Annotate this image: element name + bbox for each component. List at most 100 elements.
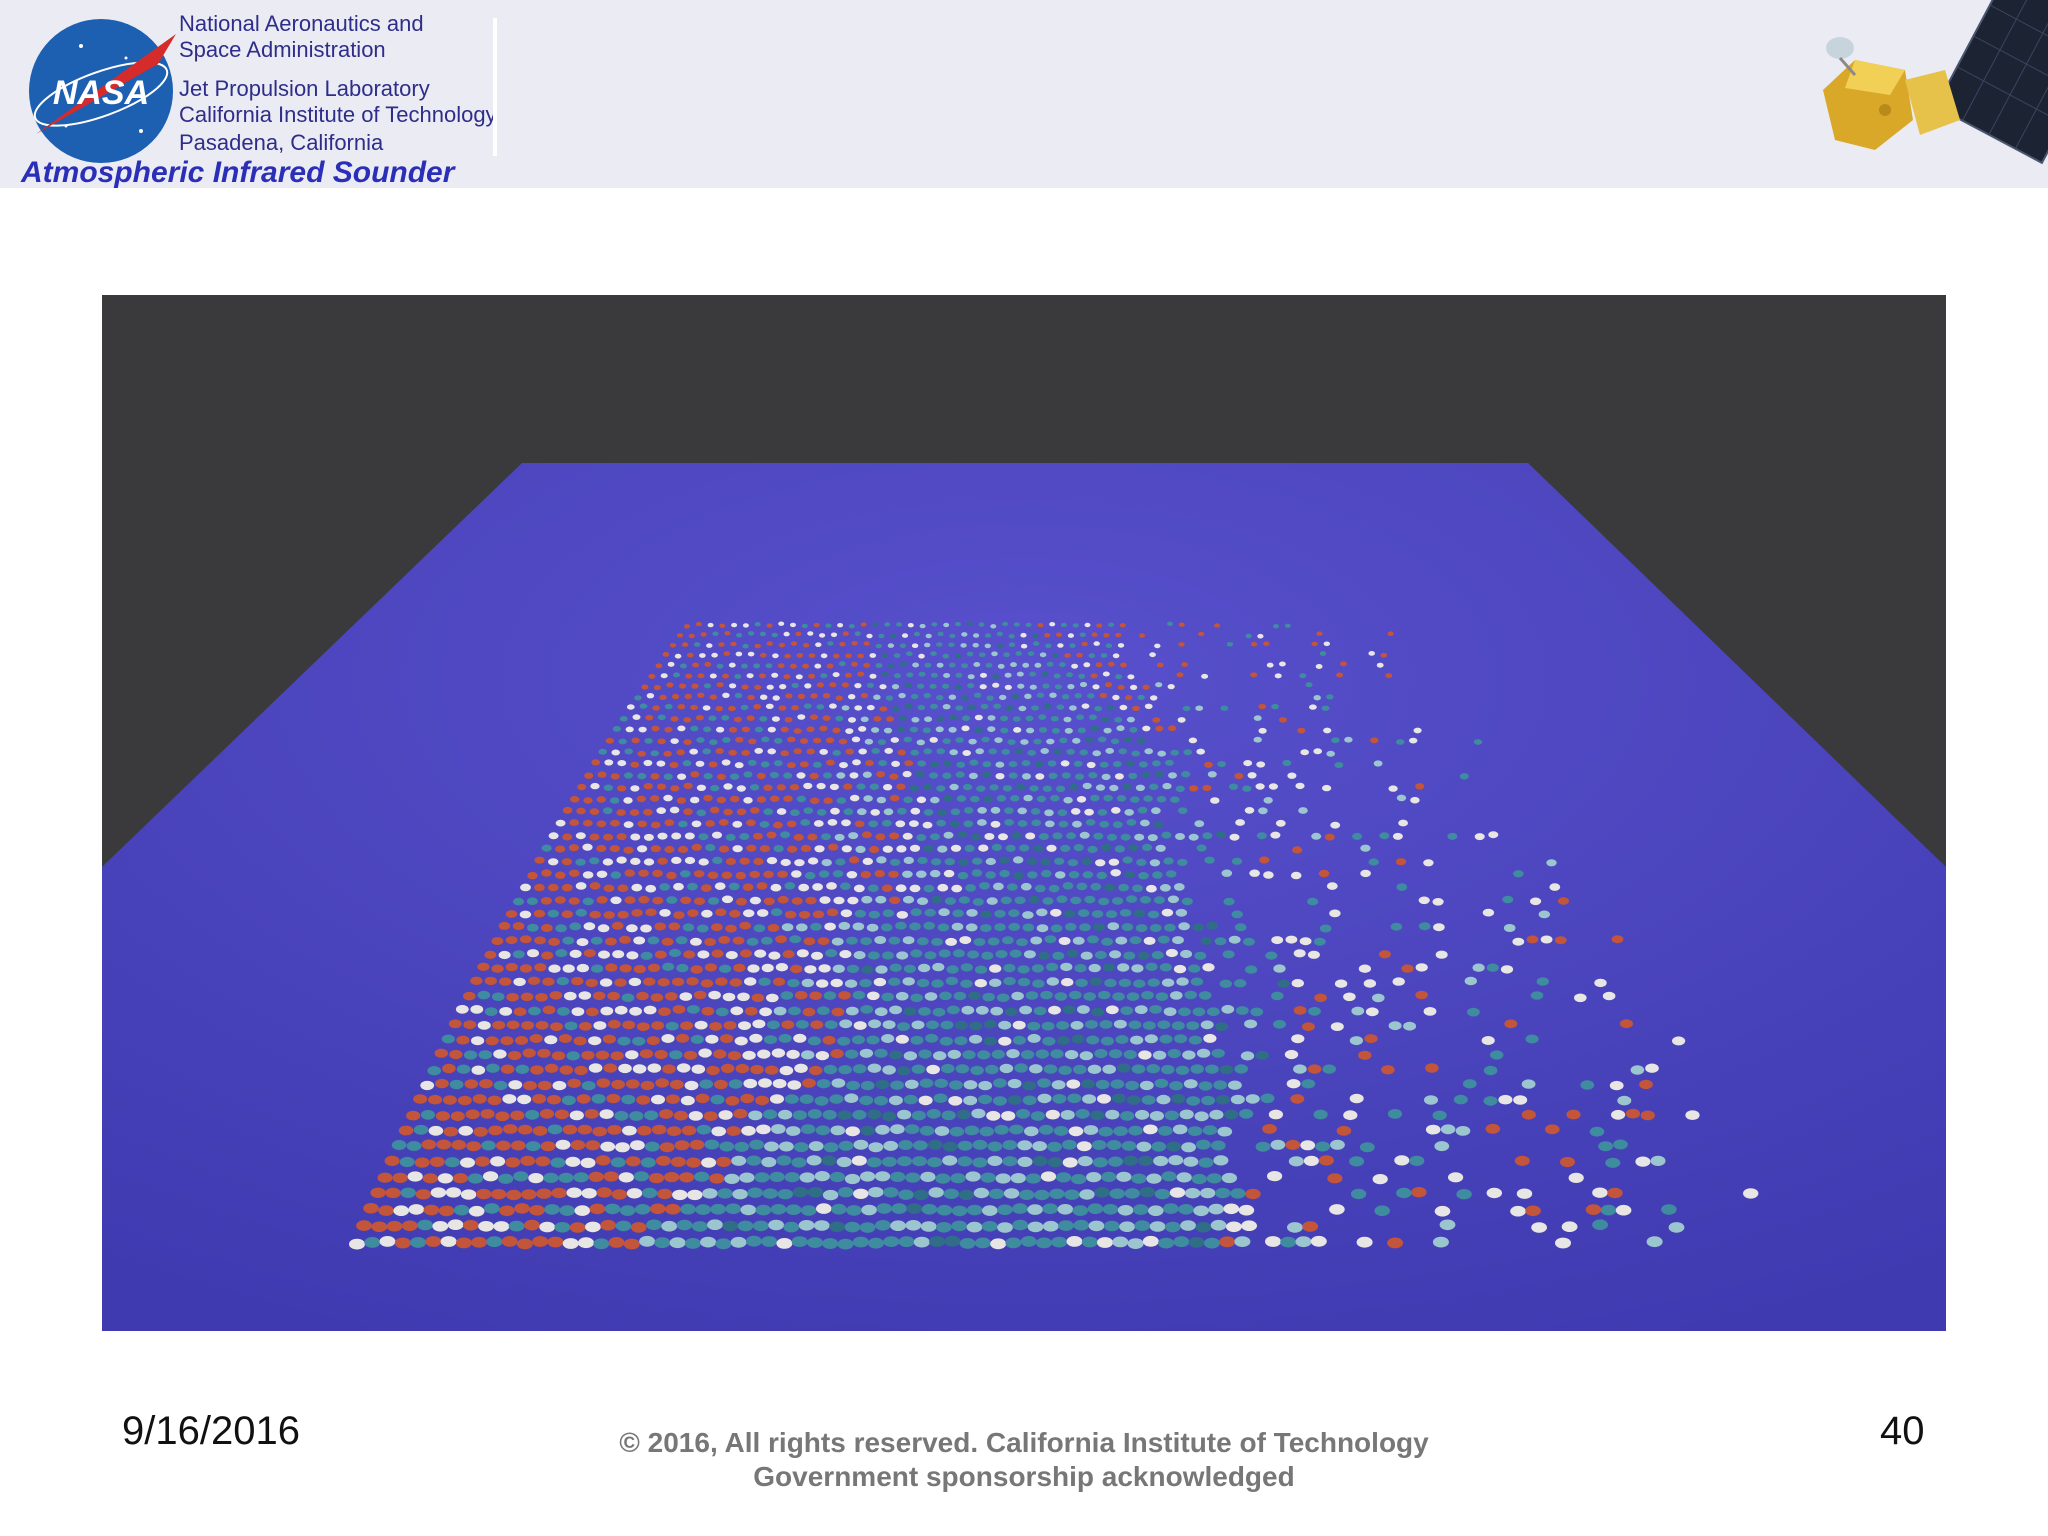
data-point bbox=[1513, 870, 1524, 878]
data-point bbox=[1594, 978, 1607, 988]
data-point bbox=[696, 809, 707, 817]
data-point bbox=[610, 797, 620, 804]
data-point bbox=[1082, 782, 1092, 790]
data-point bbox=[1154, 1188, 1171, 1200]
data-point bbox=[1336, 1125, 1352, 1136]
data-point bbox=[603, 884, 615, 893]
data-point bbox=[575, 882, 587, 890]
data-point bbox=[441, 1034, 455, 1044]
data-point bbox=[1181, 897, 1193, 906]
data-point bbox=[880, 923, 893, 932]
data-point bbox=[517, 1094, 532, 1105]
data-point bbox=[647, 936, 660, 945]
data-point bbox=[1054, 857, 1065, 865]
data-point bbox=[997, 1204, 1013, 1216]
data-point bbox=[603, 911, 615, 919]
data-point bbox=[566, 1187, 582, 1198]
data-point bbox=[1069, 643, 1076, 648]
data-point bbox=[898, 1236, 915, 1248]
data-point bbox=[1060, 962, 1073, 972]
data-point bbox=[734, 1141, 750, 1152]
data-point bbox=[1081, 641, 1088, 647]
data-point bbox=[1129, 726, 1138, 733]
data-point bbox=[1611, 935, 1624, 944]
data-point bbox=[1017, 683, 1025, 689]
data-point bbox=[1247, 772, 1257, 779]
data-point bbox=[1245, 1094, 1260, 1104]
data-point bbox=[946, 965, 959, 974]
data-point bbox=[555, 949, 568, 958]
data-point bbox=[925, 633, 932, 639]
data-point bbox=[666, 871, 677, 880]
data-point bbox=[889, 858, 901, 866]
data-point bbox=[599, 978, 613, 987]
data-point bbox=[646, 1219, 662, 1231]
data-point bbox=[1625, 1108, 1641, 1119]
data-point bbox=[1070, 808, 1081, 815]
data-point bbox=[790, 663, 797, 669]
data-point bbox=[1175, 833, 1185, 840]
data-point bbox=[691, 683, 699, 689]
data-point bbox=[693, 870, 705, 878]
data-point bbox=[1188, 1237, 1205, 1248]
data-point bbox=[903, 1051, 918, 1061]
data-point bbox=[480, 1109, 495, 1119]
data-point bbox=[776, 784, 786, 791]
data-point bbox=[1103, 1220, 1120, 1232]
data-point bbox=[761, 736, 770, 743]
org-name-line1: National Aeronautics and bbox=[179, 11, 424, 36]
data-point bbox=[1280, 1236, 1297, 1248]
data-point bbox=[1044, 809, 1054, 817]
data-point bbox=[647, 1063, 662, 1073]
data-point bbox=[1030, 808, 1041, 815]
data-point bbox=[1474, 833, 1485, 841]
data-point bbox=[576, 807, 586, 815]
data-point bbox=[1234, 1236, 1251, 1247]
data-point bbox=[650, 993, 664, 1002]
data-point bbox=[844, 979, 858, 988]
data-point bbox=[554, 1109, 569, 1120]
data-point bbox=[1117, 1063, 1131, 1073]
data-point bbox=[967, 950, 980, 959]
data-point bbox=[977, 1050, 991, 1060]
data-point bbox=[643, 858, 655, 866]
data-point bbox=[668, 922, 681, 931]
data-point bbox=[829, 1094, 844, 1104]
data-point bbox=[769, 771, 779, 779]
data-point bbox=[853, 1139, 869, 1150]
data-point bbox=[1052, 832, 1063, 840]
data-point bbox=[1138, 872, 1149, 880]
data-point bbox=[527, 949, 539, 958]
data-point bbox=[661, 1034, 675, 1043]
data-point bbox=[844, 1221, 861, 1233]
data-point bbox=[1214, 937, 1227, 946]
data-point bbox=[1172, 936, 1184, 945]
data-point bbox=[1099, 1020, 1113, 1029]
data-point bbox=[816, 704, 825, 710]
data-point bbox=[903, 736, 912, 743]
data-point bbox=[1082, 871, 1094, 879]
data-point bbox=[1008, 642, 1016, 647]
data-point bbox=[1109, 950, 1122, 959]
data-point bbox=[730, 773, 740, 780]
data-point bbox=[680, 870, 691, 878]
data-point bbox=[582, 843, 593, 851]
data-point bbox=[671, 856, 682, 865]
data-point bbox=[1163, 1007, 1177, 1016]
data-point bbox=[1042, 1203, 1058, 1214]
data-point bbox=[1336, 672, 1344, 678]
data-point bbox=[1258, 807, 1268, 815]
data-point bbox=[528, 1006, 541, 1016]
data-point bbox=[1176, 1172, 1192, 1183]
data-point bbox=[871, 727, 880, 733]
data-point bbox=[776, 1238, 793, 1249]
data-point bbox=[990, 820, 1001, 828]
data-point bbox=[655, 1155, 671, 1166]
data-point bbox=[771, 672, 779, 678]
data-point bbox=[983, 1019, 997, 1029]
data-point bbox=[1093, 832, 1104, 840]
data-point bbox=[1069, 705, 1077, 711]
data-point bbox=[759, 631, 767, 637]
data-point bbox=[477, 990, 491, 1000]
data-point bbox=[1163, 857, 1174, 865]
